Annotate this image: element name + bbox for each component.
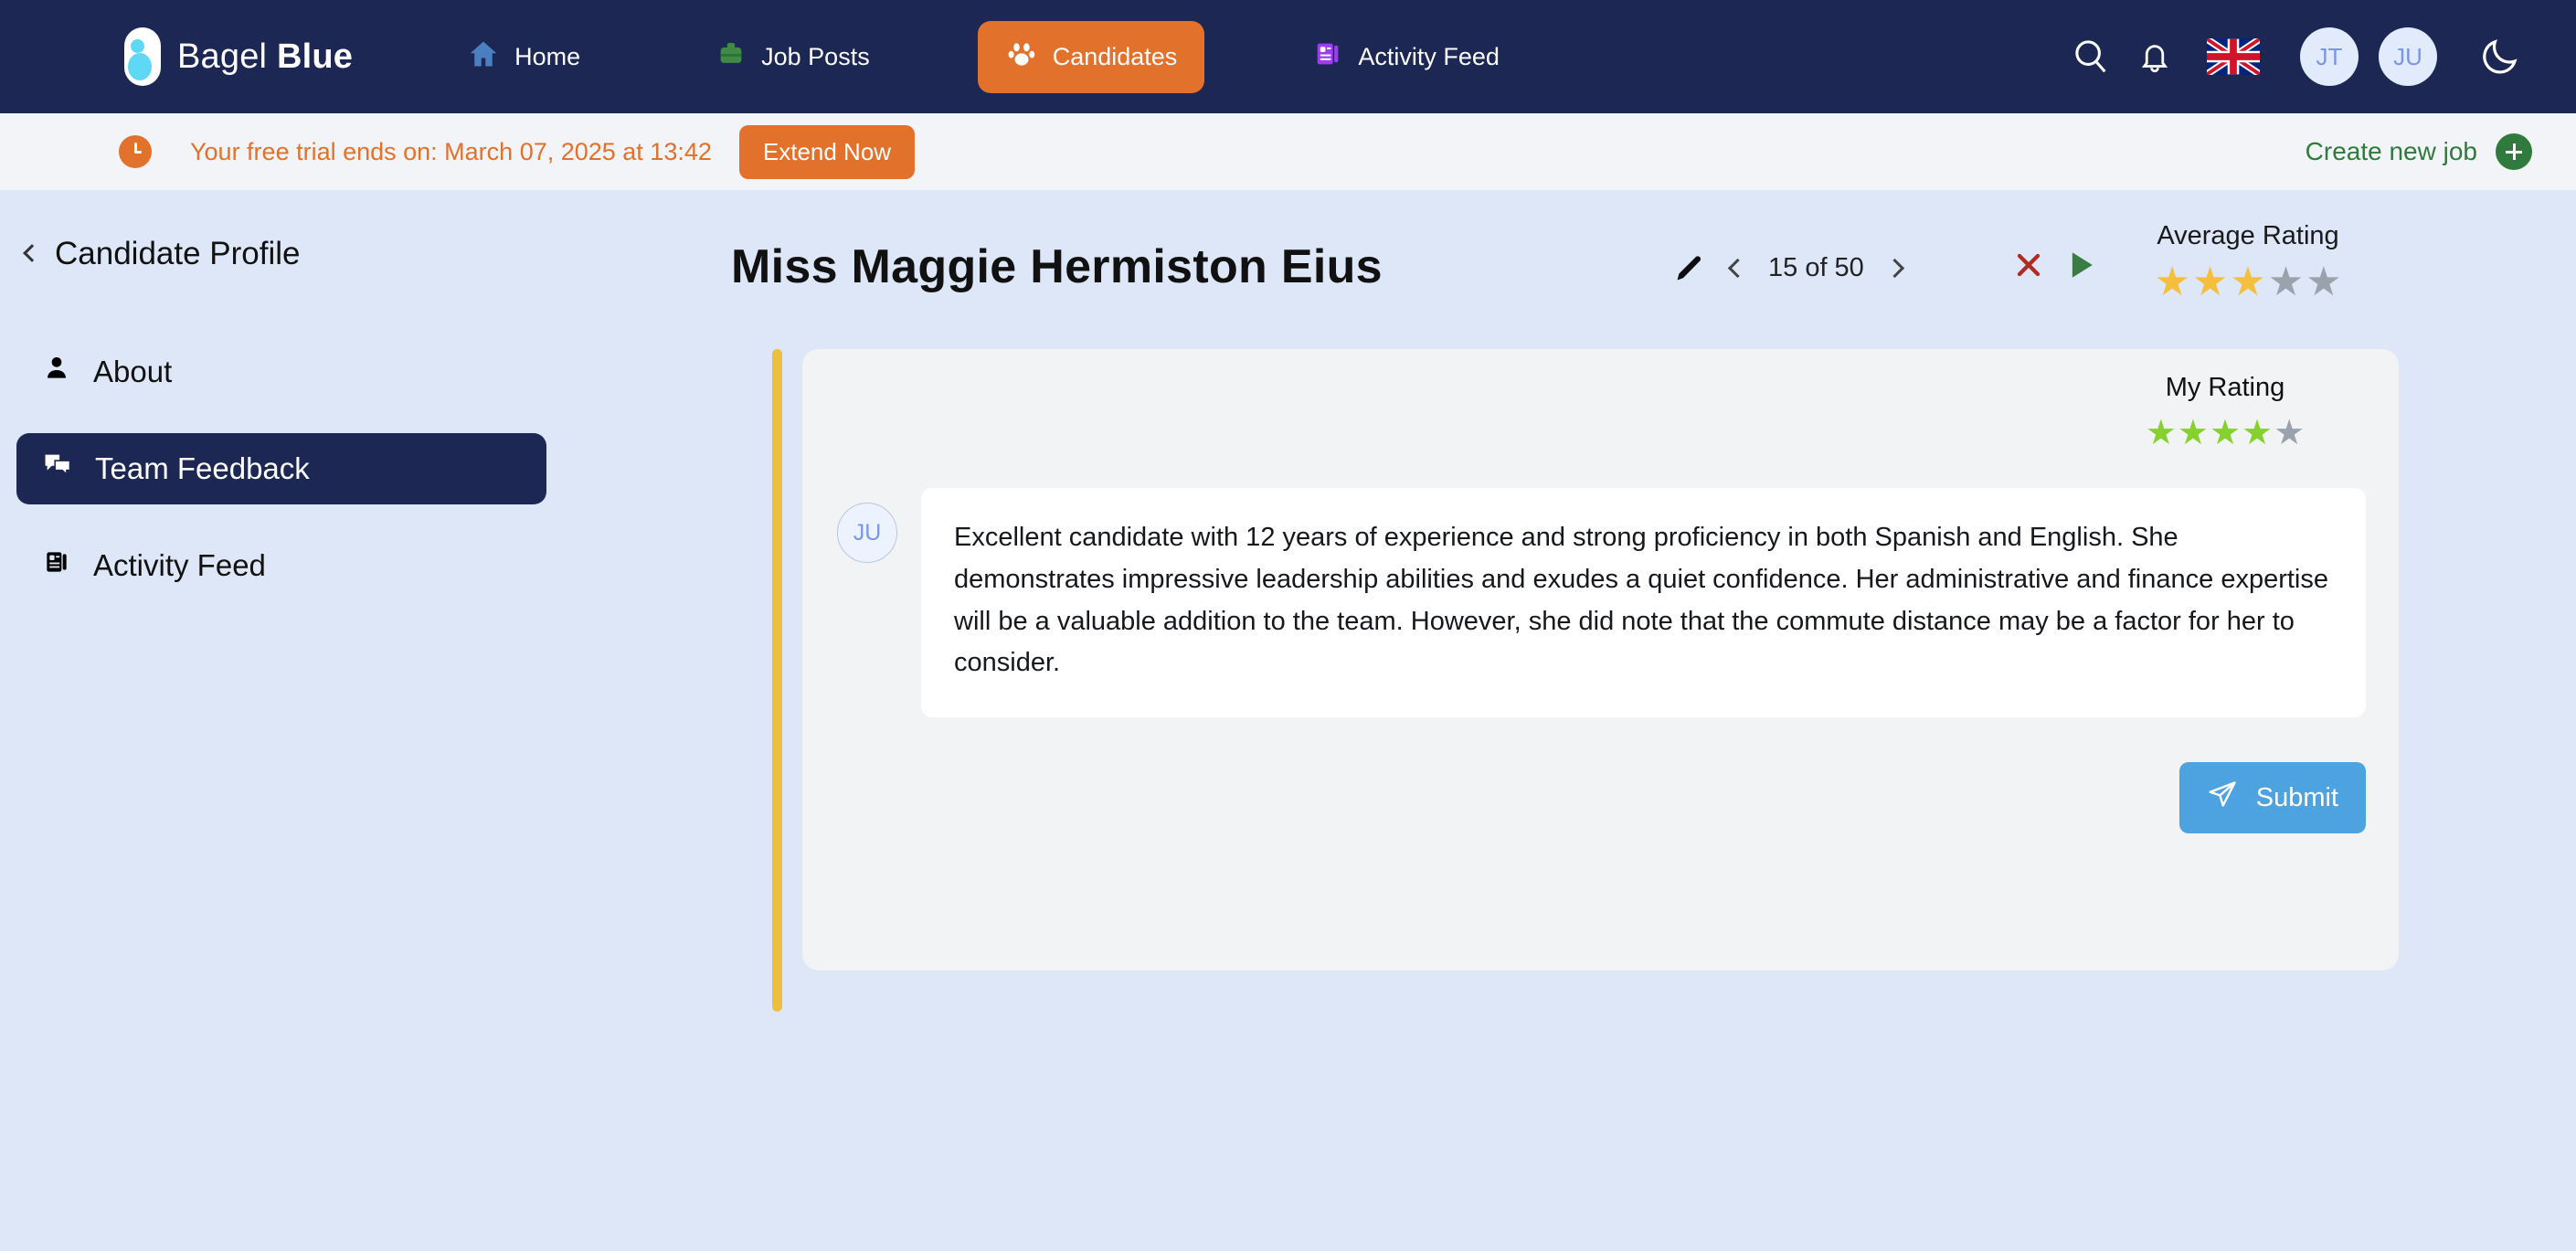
top-navigation-bar: Bagel Blue Home Job Posts Candidates Act… [0,0,2576,113]
nav-item-home[interactable]: Home [440,21,608,93]
chevron-left-icon [23,244,41,262]
pager-label: 15 of 50 [1768,252,1864,282]
sidebar-label-about: About [93,355,173,388]
star-4[interactable]: ★ [2268,262,2304,302]
nav-item-activity-feed[interactable]: Activity Feed [1285,22,1527,92]
brand-name: Bagel Blue [177,37,353,77]
candidate-header: Miss Maggie Hermiston Eius 15 of 50 Aver… [731,190,2576,336]
submit-button[interactable]: Submit [2178,762,2366,833]
average-rating-stars[interactable]: ★ ★ ★ ★ ★ [2093,262,2403,302]
avatar-ju[interactable]: JU [2379,27,2437,86]
next-candidate-button[interactable] [1884,258,1904,278]
avatar-initials: JU [853,519,882,546]
person-icon [42,354,71,390]
my-star-3[interactable]: ★ [2210,416,2241,451]
sidebar-item-team-feedback[interactable]: Team Feedback [16,433,546,504]
feedback-card: My Rating ★ ★ ★ ★ ★ JU Excellent candida… [802,349,2399,970]
breadcrumb[interactable]: Candidate Profile [0,190,731,272]
brand-logo-group[interactable]: Bagel Blue [119,27,353,86]
nav-label-activity-feed: Activity Feed [1358,42,1500,70]
uk-flag-icon[interactable] [2207,38,2260,75]
feedback-comment-input[interactable]: Excellent candidate with 12 years of exp… [921,488,2366,718]
my-star-4[interactable]: ★ [2242,416,2273,451]
sidebar-item-about[interactable]: About [16,336,546,408]
average-rating-block: Average Rating ★ ★ ★ ★ ★ [2093,221,2403,302]
star-1[interactable]: ★ [2154,262,2189,302]
page-body: Candidate Profile About Team Feedback Ac… [0,190,2576,1251]
prev-candidate-button[interactable] [1727,258,1748,278]
create-new-job-button[interactable]: Create new job [2306,133,2532,170]
trial-banner-text: Your free trial ends on: March 07, 2025 … [190,137,712,165]
nav-label-home: Home [514,42,581,70]
my-rating-stars[interactable]: ★ ★ ★ ★ ★ [2088,416,2362,451]
my-star-1[interactable]: ★ [2146,416,2177,451]
nav-label-candidates: Candidates [1052,42,1178,70]
brand-name-bold: Blue [276,37,354,76]
my-rating-label: My Rating [2165,373,2285,402]
nav-item-candidates[interactable]: Candidates [977,20,1205,93]
chat-bubbles-icon [42,450,73,488]
home-icon [467,37,500,77]
my-star-2[interactable]: ★ [2178,416,2209,451]
sidebar-items: About Team Feedback Activity Feed [0,336,731,601]
main-content: Miss Maggie Hermiston Eius 15 of 50 Aver… [731,190,2576,1031]
activity-feed-icon [1312,38,1343,76]
feedback-comment-row: JU Excellent candidate with 12 years of … [837,488,2366,718]
my-rating-block: My Rating ★ ★ ★ ★ ★ [2088,373,2362,451]
profile-sidebar: Candidate Profile About Team Feedback Ac… [0,190,731,627]
star-2[interactable]: ★ [2192,262,2228,302]
bagel-logo-icon [119,27,161,86]
reject-x-icon[interactable] [2010,247,2047,288]
sidebar-label-activity-feed: Activity Feed [93,548,266,582]
bell-icon[interactable] [2123,25,2187,89]
nav-item-job-posts[interactable]: Job Posts [688,22,897,92]
breadcrumb-label: Candidate Profile [55,236,301,271]
page-title: Miss Maggie Hermiston Eius [731,240,1383,293]
brand-name-light: Bagel [177,37,277,76]
nav-label-job-posts: Job Posts [761,42,870,70]
sidebar-label-team-feedback: Team Feedback [95,451,310,485]
sidebar-item-activity-feed[interactable]: Activity Feed [16,530,546,601]
team-feedback-section: My Rating ★ ★ ★ ★ ★ JU Excellent candida… [731,336,2576,1031]
avatar-jt-initials: JT [2316,42,2343,70]
section-accent-rail [772,349,782,1012]
average-rating-label: Average Rating [2157,221,2339,250]
trial-banner: Your free trial ends on: March 07, 2025 … [0,113,2576,190]
create-new-job-label: Create new job [2305,137,2477,165]
plus-circle-icon [2496,133,2532,170]
activity-feed-icon [42,547,71,584]
send-icon [2207,779,2238,817]
star-3[interactable]: ★ [2230,262,2265,302]
briefcase-icon [716,38,747,76]
avatar: JU [837,503,897,563]
extend-now-button[interactable]: Extend Now [738,124,916,179]
nav-right-tools: JT JU [2059,25,2532,89]
avatar-ju-initials: JU [2393,42,2422,70]
my-star-5[interactable]: ★ [2274,416,2305,451]
submit-label: Submit [2255,782,2338,812]
avatar-jt[interactable]: JT [2300,27,2359,86]
star-5[interactable]: ★ [2306,262,2341,302]
candidates-icon [1005,37,1038,77]
search-icon[interactable] [2059,25,2123,89]
pencil-icon[interactable] [1672,250,1707,285]
clock-icon [119,135,152,168]
primary-nav-items: Home Job Posts Candidates Activity Feed [440,20,1527,93]
moon-icon[interactable] [2468,25,2532,89]
candidate-pager: 15 of 50 [1672,250,1904,285]
